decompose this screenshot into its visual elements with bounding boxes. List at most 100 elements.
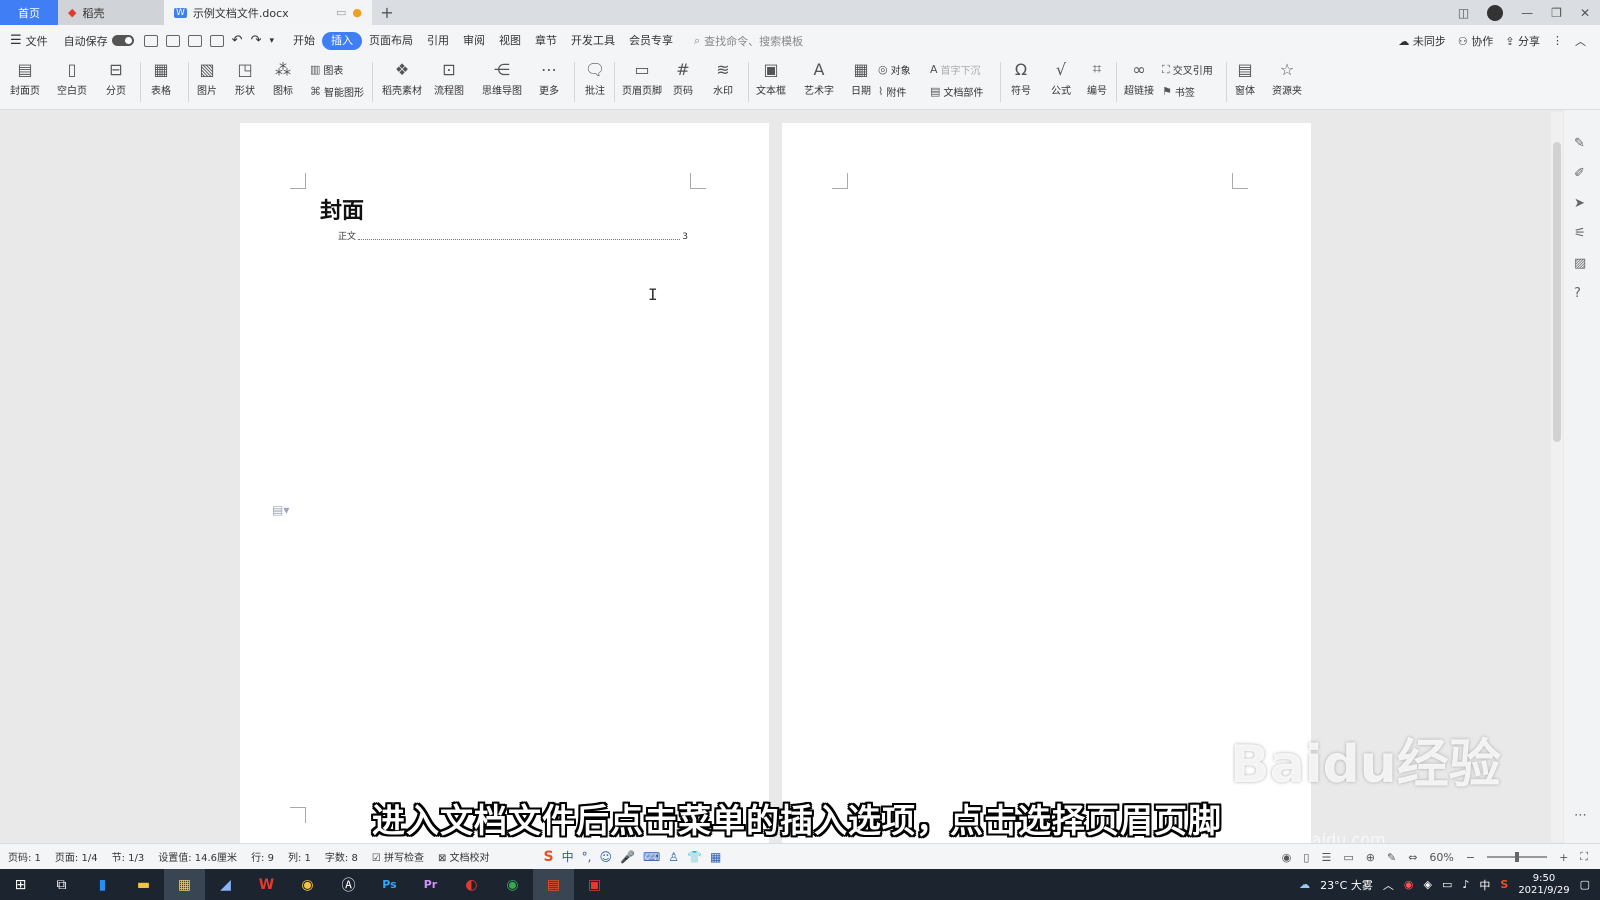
page-number-button[interactable]: # 页码: [672, 58, 694, 98]
fit-width-icon[interactable]: ⇔: [1408, 851, 1417, 864]
hamburger-icon[interactable]: ☰: [10, 33, 22, 48]
symbol-button[interactable]: Ω 符号: [1010, 58, 1032, 98]
toc-entry[interactable]: 正文 3: [338, 229, 688, 242]
object-button[interactable]: ◎ 对象: [878, 62, 911, 77]
date-button[interactable]: ▦ 日期: [850, 58, 872, 98]
emoji-icon[interactable]: ☺: [599, 850, 612, 864]
daoke-material-button[interactable]: ❖ 稻壳素材: [382, 58, 422, 98]
page-view-icon[interactable]: ▯: [1303, 851, 1309, 864]
read-view-icon[interactable]: ▭: [1343, 851, 1353, 864]
wordart-button[interactable]: A 艺术字: [804, 58, 834, 98]
adjust-icon[interactable]: ⚟: [1574, 226, 1586, 241]
dropcap-button[interactable]: A 首字下沉: [930, 62, 981, 77]
chrome-second-icon[interactable]: ◉: [492, 869, 533, 900]
docparts-button[interactable]: ▤ 文档部件: [930, 84, 983, 99]
sogou-icon[interactable]: S: [544, 849, 554, 865]
vertical-scrollbar[interactable]: [1551, 112, 1563, 842]
collapse-ribbon-icon[interactable]: ︿: [1575, 33, 1586, 49]
fullscreen-icon[interactable]: ⛶: [1580, 850, 1588, 864]
select-cursor-icon[interactable]: ➤: [1574, 196, 1585, 211]
autosave-toggle[interactable]: [111, 35, 134, 46]
zoom-slider[interactable]: [1487, 852, 1548, 862]
more-tools-icon[interactable]: ⋯: [1574, 808, 1587, 823]
more-button[interactable]: ⋯ 更多: [538, 58, 560, 98]
wps-writer-icon[interactable]: ▤: [533, 869, 574, 900]
tab-daoke[interactable]: ◆ 稻壳: [58, 0, 164, 25]
status-setting[interactable]: 设置值: 14.6厘米: [158, 849, 237, 864]
ime-mode-icon[interactable]: 中: [562, 848, 574, 865]
tray-ime-label[interactable]: 中: [1479, 877, 1490, 893]
bookmark-button[interactable]: ⚑ 书签: [1162, 84, 1195, 99]
help-icon[interactable]: ?: [1574, 286, 1581, 301]
collab-button[interactable]: ⚇ 协作: [1458, 33, 1493, 49]
taskbar-app-blue-icon[interactable]: ▮: [82, 869, 123, 900]
customize-quick-access-icon[interactable]: ▾: [269, 36, 274, 46]
new-tab-button[interactable]: +: [372, 0, 402, 25]
resource-folder-button[interactable]: ☆ 资源夹: [1272, 58, 1302, 98]
tray-expand-icon[interactable]: ︿: [1383, 877, 1394, 893]
web-view-icon[interactable]: ⊕: [1366, 851, 1375, 864]
eye-protect-icon[interactable]: ◉: [1282, 851, 1292, 864]
zoom-slider-thumb[interactable]: [1515, 852, 1520, 862]
menu-item-chapter[interactable]: 章节: [528, 32, 564, 50]
redo-icon[interactable]: ↷: [251, 33, 262, 48]
crossref-button[interactable]: ⛶ 交叉引用: [1162, 62, 1213, 78]
menu-item-references[interactable]: 引用: [420, 32, 456, 50]
menu-item-member[interactable]: 会员专享: [622, 32, 680, 50]
undo-icon[interactable]: ↶: [232, 33, 243, 48]
file-explorer-icon[interactable]: ▬: [123, 869, 164, 900]
avatar[interactable]: [1487, 4, 1504, 21]
menu-item-view[interactable]: 视图: [492, 32, 528, 50]
calendar-app-icon[interactable]: ▦: [164, 869, 205, 900]
doc-proof-button[interactable]: ⊠ 文档校对: [438, 849, 490, 864]
tray-record-icon[interactable]: ◉: [1404, 878, 1414, 891]
print-icon[interactable]: [187, 34, 202, 47]
picture-button[interactable]: ▧ 图片: [196, 58, 218, 98]
smartart-button[interactable]: ⌘ 智能图形: [310, 84, 364, 99]
formula-button[interactable]: √ 公式: [1050, 58, 1072, 98]
menu-item-developer[interactable]: 开发工具: [564, 32, 622, 50]
sync-button[interactable]: ☁ 未同步: [1398, 33, 1446, 49]
microphone-icon[interactable]: 🎤: [620, 850, 635, 864]
attachment-button[interactable]: ⌇ 附件: [878, 84, 906, 99]
restore-icon[interactable]: ❐: [1551, 6, 1562, 20]
menu-item-insert[interactable]: 插入: [322, 31, 362, 50]
cover-page-button[interactable]: ▤ 封面页: [10, 58, 40, 98]
premiere-icon[interactable]: Pr: [410, 869, 451, 900]
chart-button[interactable]: ▥ 图表: [310, 62, 343, 77]
mindmap-button[interactable]: ⋲ 思维导图: [482, 58, 522, 98]
taskbar-app-feather-icon[interactable]: ◢: [205, 869, 246, 900]
volume-icon[interactable]: ♪: [1462, 878, 1469, 891]
punctuation-icon[interactable]: °,: [582, 850, 592, 864]
document-page-1[interactable]: 封面 正文 3 I ▤▾: [240, 123, 769, 843]
hyperlink-button[interactable]: ∞ 超链接: [1124, 58, 1154, 98]
minimize-icon[interactable]: —: [1521, 6, 1533, 20]
blank-page-button[interactable]: ▯ 空白页: [57, 58, 87, 98]
weather-text[interactable]: 23°C 大雾: [1320, 877, 1373, 893]
ime-toolbox-icon[interactable]: ▦: [710, 850, 721, 864]
command-search[interactable]: ⌕ 查找命令、搜索模板: [694, 33, 803, 49]
outline-view-icon[interactable]: ☰: [1321, 851, 1331, 864]
close-icon[interactable]: ✕: [1580, 6, 1590, 20]
save-icon[interactable]: [143, 34, 158, 47]
form-button[interactable]: ▤ 窗体: [1234, 58, 1256, 98]
header-footer-button[interactable]: ▭ 页眉页脚: [622, 58, 662, 98]
zoom-in-icon[interactable]: +: [1559, 851, 1568, 864]
status-word-count[interactable]: 字数: 8: [325, 849, 358, 864]
flowchart-button[interactable]: ⊡ 流程图: [434, 58, 464, 98]
chrome-icon[interactable]: ◉: [287, 869, 328, 900]
keyboard-icon[interactable]: ⌨: [643, 850, 660, 864]
style-icon[interactable]: ✎: [1574, 136, 1585, 151]
image-tool-icon[interactable]: ▨: [1574, 256, 1586, 271]
menu-item-review[interactable]: 审阅: [456, 32, 492, 50]
icon-button[interactable]: ⁂ 图标: [272, 58, 294, 98]
export-icon[interactable]: [165, 34, 180, 47]
pen-icon[interactable]: ✐: [1574, 166, 1585, 181]
more-options-icon[interactable]: ⋮: [1552, 34, 1563, 47]
tab-document[interactable]: W 示例文档文件.docx ▭ ●: [164, 0, 372, 25]
print-preview-icon[interactable]: [209, 34, 224, 47]
status-section[interactable]: 节: 1/3: [112, 849, 145, 864]
taskbar-app-red-icon[interactable]: ▣: [574, 869, 615, 900]
cover-title[interactable]: 封面: [320, 193, 364, 225]
paragraph-layout-icon[interactable]: ▤▾: [272, 503, 289, 517]
